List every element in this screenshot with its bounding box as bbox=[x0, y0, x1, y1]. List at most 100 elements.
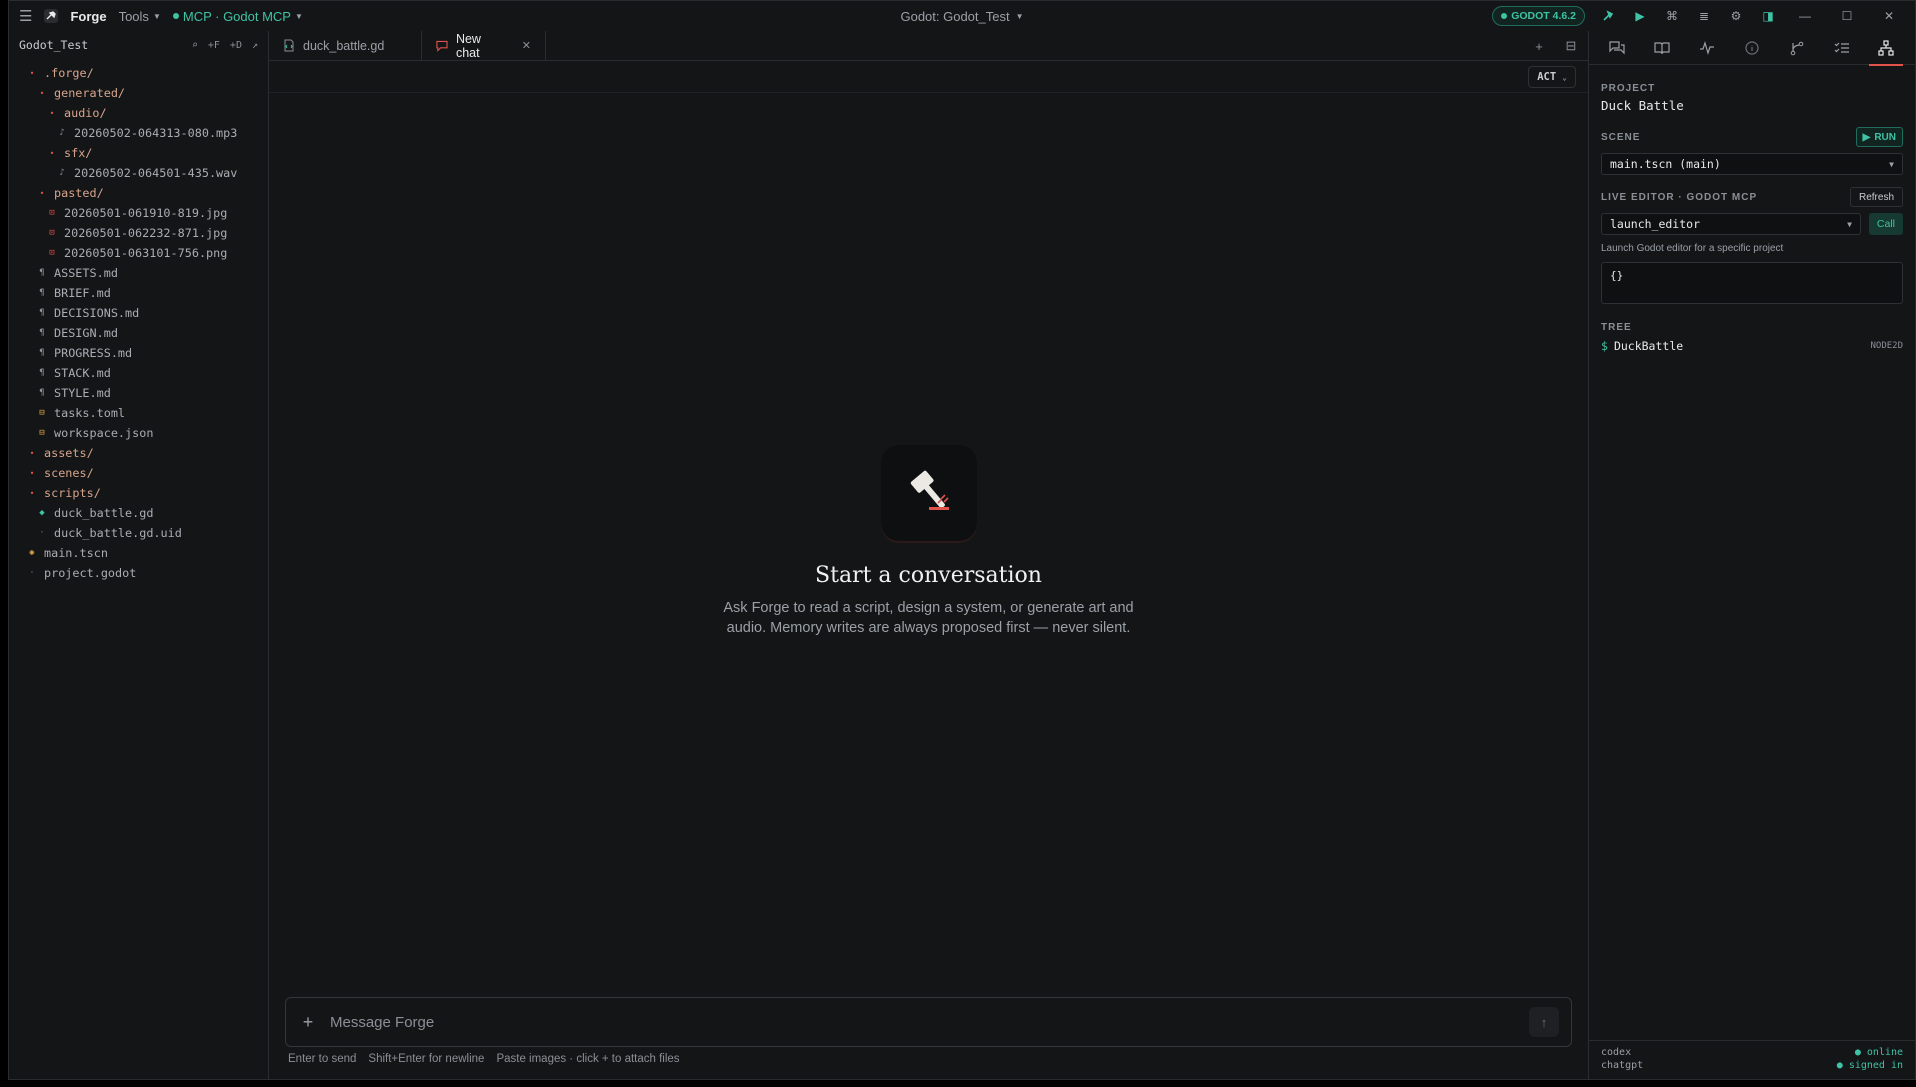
tree-folder[interactable]: • scenes/ bbox=[9, 463, 268, 483]
tree-file[interactable]: ¶ BRIEF.md bbox=[9, 283, 268, 303]
node-name: DuckBattle bbox=[1613, 339, 1684, 353]
layers-icon[interactable]: ≣ bbox=[1695, 7, 1713, 25]
tree-file[interactable]: ¶ DECISIONS.md bbox=[9, 303, 268, 323]
tree-file[interactable]: ◆ duck_battle.gd bbox=[9, 503, 268, 523]
tree-file[interactable]: ¶ PROGRESS.md bbox=[9, 343, 268, 363]
tree-file[interactable]: ¶ ASSETS.md bbox=[9, 263, 268, 283]
scene-tree-node[interactable]: $ DuckBattle NODE2D bbox=[1601, 339, 1903, 353]
play-icon[interactable]: ▶ bbox=[1631, 7, 1649, 25]
maximize-icon[interactable]: ☐ bbox=[1833, 7, 1861, 25]
tool-args-input[interactable]: {} bbox=[1601, 262, 1903, 304]
tree-file[interactable]: ¶ DESIGN.md bbox=[9, 323, 268, 343]
tree-folder[interactable]: • pasted/ bbox=[9, 183, 268, 203]
tools-menu[interactable]: Tools ▼ bbox=[119, 9, 161, 24]
tree-item-label: project.godot bbox=[44, 566, 137, 580]
mcp-server-dropdown[interactable]: MCP · Godot MCP ▼ bbox=[172, 9, 303, 24]
chats-icon[interactable] bbox=[1606, 36, 1628, 60]
tab-label: New chat bbox=[455, 31, 481, 60]
tree-file[interactable]: ⊡ 20260501-063101-756.png bbox=[9, 243, 268, 263]
script-file-icon: ◆ bbox=[39, 508, 45, 518]
tree-item-label: DESIGN.md bbox=[54, 326, 118, 340]
book-icon[interactable] bbox=[1651, 36, 1673, 60]
godot-version-badge[interactable]: GODOT 4.6.2 bbox=[1492, 6, 1585, 26]
hammer-icon[interactable] bbox=[1599, 7, 1617, 25]
tools-menu-label: Tools bbox=[118, 8, 149, 24]
config-file-icon: ⊟ bbox=[39, 428, 45, 438]
hint-newline: Shift+Enter for newline bbox=[368, 1053, 485, 1065]
window-title-dropdown[interactable]: Godot: Godot_Test ▼ bbox=[900, 9, 1023, 24]
run-button[interactable]: ▶ RUN bbox=[1855, 127, 1903, 147]
tree-folder[interactable]: • generated/ bbox=[9, 83, 268, 103]
tree-file[interactable]: ⊡ 20260501-062232-871.jpg bbox=[9, 223, 268, 243]
tree-item-label: workspace.json bbox=[54, 426, 154, 440]
minimize-icon[interactable]: — bbox=[1791, 7, 1819, 25]
refresh-button[interactable]: Refresh bbox=[1849, 187, 1903, 207]
tree-item-label: STACK.md bbox=[54, 366, 111, 380]
sidebar-toggle-icon[interactable]: ◨ bbox=[1759, 7, 1777, 25]
tree-folder[interactable]: • scripts/ bbox=[9, 483, 268, 503]
chevron-down-icon: ⌄ bbox=[1562, 72, 1567, 82]
tree-file[interactable]: ¶ STYLE.md bbox=[9, 383, 268, 403]
info-icon[interactable] bbox=[1741, 36, 1763, 60]
collapse-icon[interactable]: ↗ bbox=[252, 40, 258, 51]
tree-folder[interactable]: • assets/ bbox=[9, 443, 268, 463]
search-files-icon[interactable]: ⌕ bbox=[192, 40, 198, 51]
tree-file[interactable]: ⊟ tasks.toml bbox=[9, 403, 268, 423]
file-icon: · bbox=[29, 568, 35, 578]
tree-item-label: 20260502-064501-435.wav bbox=[74, 166, 238, 180]
close-tab-icon[interactable]: ✕ bbox=[522, 39, 531, 52]
tree-item-label: scenes/ bbox=[44, 466, 94, 480]
chat-icon bbox=[436, 40, 448, 52]
audio-file-icon: ♪ bbox=[59, 128, 65, 138]
new-tab-icon[interactable]: + bbox=[1530, 39, 1548, 54]
tree-file[interactable]: · project.godot bbox=[9, 563, 268, 583]
tree-item-label: duck_battle.gd bbox=[54, 506, 154, 520]
tree-item-label: 20260501-061910-819.jpg bbox=[64, 206, 228, 220]
tree-file[interactable]: ♪ 20260502-064501-435.wav bbox=[9, 163, 268, 183]
tab-bar: duck_battle.gd New chat ✕ + ⊟ bbox=[269, 31, 1588, 61]
attach-icon[interactable]: + bbox=[286, 1012, 330, 1033]
hamburger-menu-icon[interactable]: ☰ bbox=[19, 7, 32, 25]
mode-selector[interactable]: ACT ⌄ bbox=[1528, 66, 1576, 88]
tree-folder[interactable]: • audio/ bbox=[9, 103, 268, 123]
tab-new-chat[interactable]: New chat ✕ bbox=[422, 31, 546, 60]
tree-item-label: pasted/ bbox=[54, 186, 104, 200]
send-icon[interactable]: ↑ bbox=[1529, 1007, 1559, 1037]
composer-hints: Enter to send Shift+Enter for newline Pa… bbox=[288, 1053, 680, 1065]
tree-item-label: tasks.toml bbox=[54, 406, 126, 420]
gavel-icon bbox=[880, 445, 977, 541]
empty-state-subtitle: Ask Forge to read a script, design a sys… bbox=[723, 600, 1134, 636]
tree-file[interactable]: ✺ main.tscn bbox=[9, 543, 268, 563]
empty-state: Start a conversation Ask Forge to read a… bbox=[269, 445, 1588, 638]
new-file-button[interactable]: +F bbox=[208, 40, 220, 51]
command-icon[interactable]: ⌘ bbox=[1663, 7, 1681, 25]
tree-file[interactable]: ⊟ workspace.json bbox=[9, 423, 268, 443]
folder-icon: • bbox=[39, 188, 45, 198]
tree-section-label: TREE bbox=[1601, 322, 1632, 333]
checklist-icon[interactable] bbox=[1831, 36, 1853, 60]
scene-select-value: main.tscn (main) bbox=[1610, 157, 1721, 171]
tab-duck-battle-gd[interactable]: duck_battle.gd bbox=[269, 31, 422, 60]
tree-file[interactable]: · duck_battle.gd.uid bbox=[9, 523, 268, 543]
tree-file[interactable]: ¶ STACK.md bbox=[9, 363, 268, 383]
git-branch-icon[interactable] bbox=[1786, 36, 1808, 60]
message-input[interactable] bbox=[330, 1013, 1529, 1031]
split-view-icon[interactable]: ⊟ bbox=[1562, 38, 1580, 54]
tree-folder[interactable]: • sfx/ bbox=[9, 143, 268, 163]
tool-select[interactable]: launch_editor ▼ bbox=[1601, 213, 1861, 235]
markdown-file-icon: ¶ bbox=[39, 368, 45, 378]
codex-status-text: online bbox=[1866, 1047, 1903, 1058]
call-button[interactable]: Call bbox=[1868, 213, 1903, 235]
scene-select[interactable]: main.tscn (main) ▼ bbox=[1601, 153, 1903, 175]
markdown-file-icon: ¶ bbox=[39, 388, 45, 398]
tree-folder[interactable]: • .forge/ bbox=[9, 63, 268, 83]
settings-icon[interactable]: ⚙ bbox=[1727, 7, 1745, 25]
tree-file[interactable]: ♪ 20260502-064313-080.mp3 bbox=[9, 123, 268, 143]
close-icon[interactable]: ✕ bbox=[1875, 7, 1903, 25]
new-folder-button[interactable]: +D bbox=[230, 40, 242, 51]
scene-tree-icon[interactable] bbox=[1869, 36, 1904, 66]
tree-file[interactable]: ⊡ 20260501-061910-819.jpg bbox=[9, 203, 268, 223]
activity-icon[interactable] bbox=[1696, 36, 1718, 60]
tab-label: duck_battle.gd bbox=[303, 38, 385, 53]
app-name: Forge bbox=[70, 8, 107, 24]
